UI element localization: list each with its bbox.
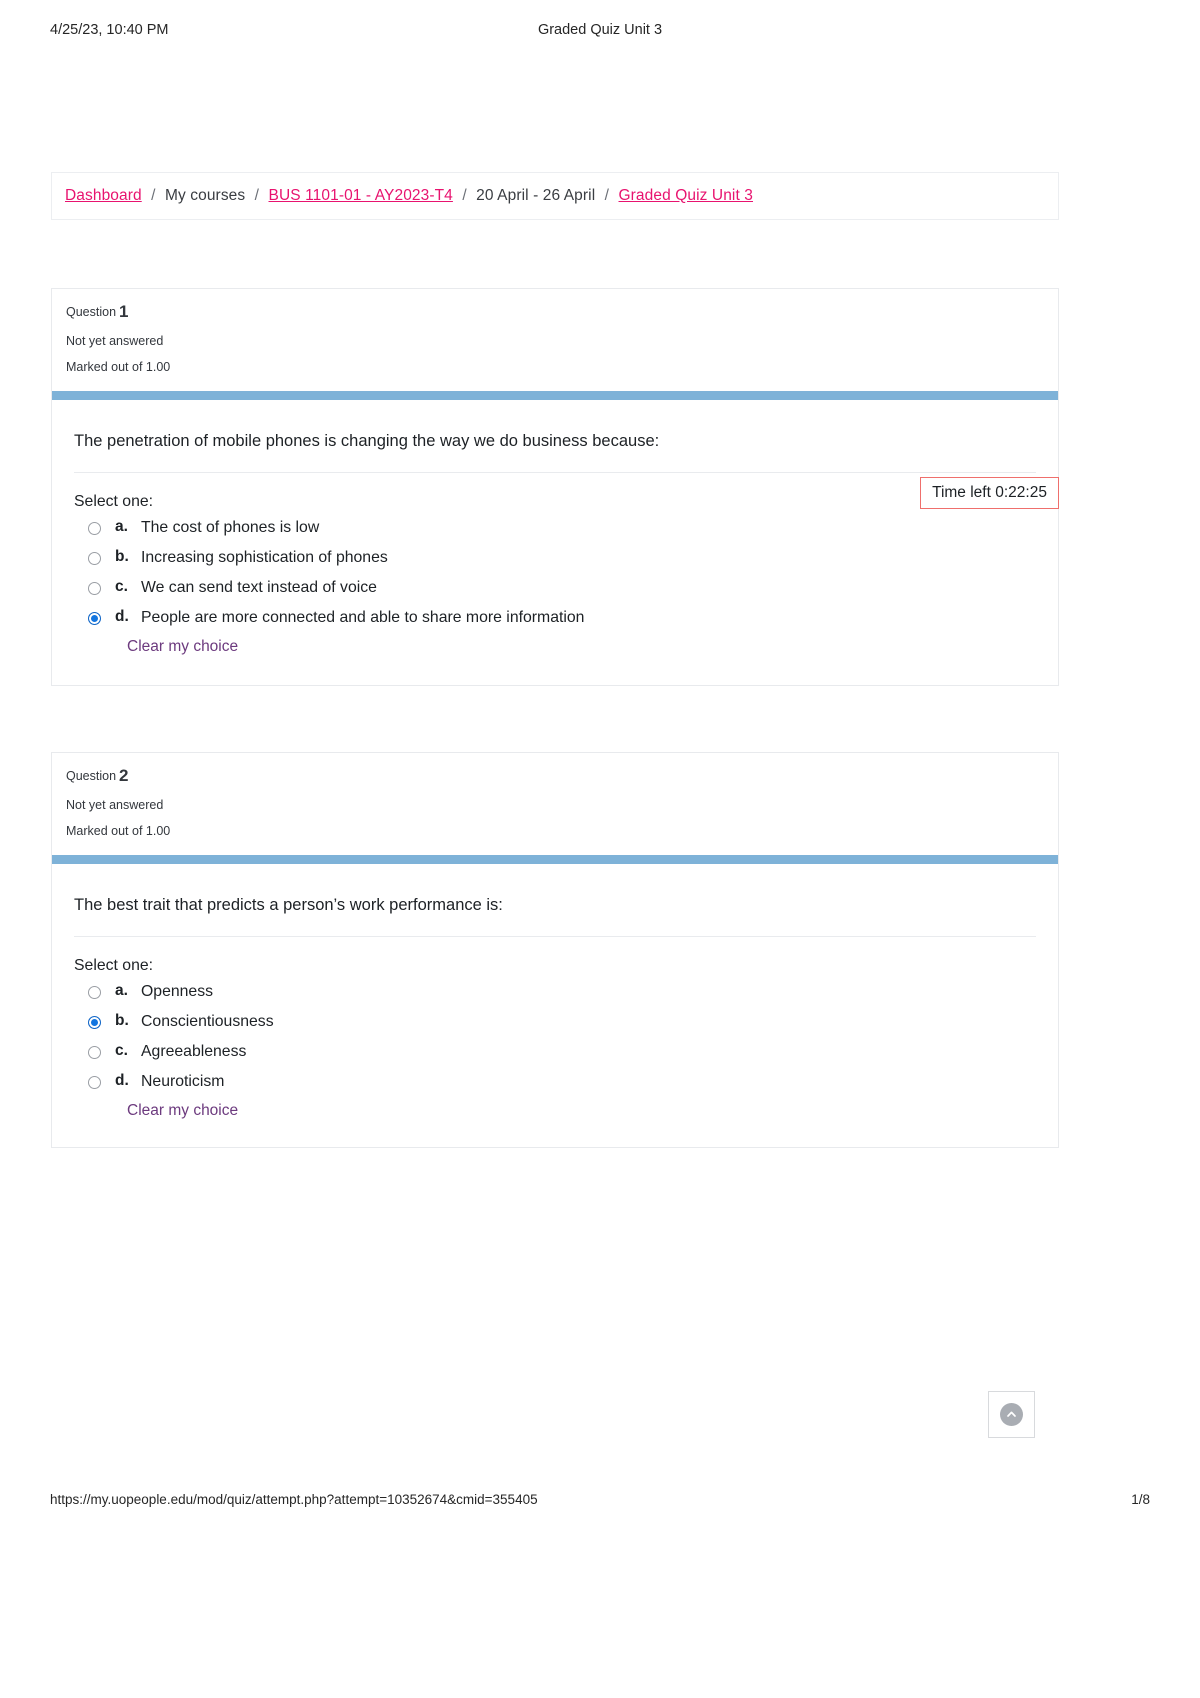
answer-letter: a.: [115, 518, 128, 536]
radio-icon[interactable]: [88, 522, 101, 536]
answer-option-selected[interactable]: d. People are more connected and able to…: [74, 608, 1036, 630]
divider: [74, 472, 1036, 474]
clear-my-choice-link[interactable]: Clear my choice: [127, 1102, 1036, 1120]
breadcrumb-item-quiz[interactable]: Graded Quiz Unit 3: [619, 187, 753, 204]
breadcrumb-item-dashboard[interactable]: Dashboard: [65, 187, 142, 204]
breadcrumb-separator: /: [462, 187, 467, 204]
radio-icon[interactable]: [88, 986, 101, 1000]
question-grade: Marked out of 1.00: [66, 824, 171, 839]
question-stem: The best trait that predicts a person’s …: [74, 896, 503, 915]
question-info-2: Question 2 Not yet answered Marked out of…: [52, 753, 1058, 839]
question-number-row: Question 2: [66, 766, 1058, 786]
radio-icon[interactable]: [88, 1076, 101, 1090]
answer-option[interactable]: c. Agreeableness: [74, 1042, 1036, 1064]
chevron-up-circle-icon: [1000, 1403, 1023, 1426]
divider: [74, 936, 1036, 938]
question-number-value: 2: [119, 766, 129, 785]
breadcrumb: Dashboard / My courses / BUS 1101-01 - A…: [65, 187, 753, 205]
select-one-prompt: Select one:: [74, 957, 154, 975]
answer-letter: a.: [115, 982, 128, 1000]
answer-option[interactable]: b. Increasing sophistication of phones: [74, 548, 1036, 570]
radio-icon[interactable]: [88, 552, 101, 566]
answer-option-selected[interactable]: b. Conscientiousness: [74, 1012, 1036, 1034]
breadcrumb-item-week: 20 April - 26 April: [476, 187, 596, 204]
radio-icon-checked[interactable]: [88, 1016, 101, 1030]
answer-option[interactable]: c. We can send text instead of voice: [74, 578, 1036, 600]
answer-list-2: a. Openness b. Conscientiousness c. Agre…: [74, 982, 1036, 1094]
question-number-row: Question 1: [66, 302, 1058, 322]
answer-letter: d.: [115, 1072, 129, 1090]
question-state: Not yet answered: [66, 333, 164, 348]
breadcrumb-separator: /: [151, 187, 156, 204]
answer-text: People are more connected and able to sh…: [141, 609, 585, 627]
time-left-badge: Time left 0:22:25: [920, 477, 1059, 509]
question-state: Not yet answered: [66, 797, 164, 812]
answer-letter: c.: [115, 1042, 128, 1060]
radio-icon-checked[interactable]: [88, 612, 101, 626]
answer-text: The cost of phones is low: [141, 519, 320, 537]
radio-icon[interactable]: [88, 1046, 101, 1060]
answer-text: Increasing sophistication of phones: [141, 549, 388, 567]
answer-letter: d.: [115, 608, 129, 626]
question-grade: Marked out of 1.00: [66, 360, 171, 375]
answer-text: Agreeableness: [141, 1043, 247, 1061]
radio-icon[interactable]: [88, 582, 101, 596]
breadcrumb-item-my-courses: My courses: [165, 187, 246, 204]
question-accent-bar: [52, 855, 1058, 865]
question-card-1: Question 1 Not yet answered Marked out of…: [51, 288, 1059, 686]
print-footer-url: https://my.uopeople.edu/mod/quiz/attempt…: [50, 1492, 538, 1507]
time-left-text: Time left 0:22:25: [932, 484, 1047, 501]
question-accent-bar: [52, 391, 1058, 401]
breadcrumb-bar: Dashboard / My courses / BUS 1101-01 - A…: [51, 172, 1059, 220]
answer-option[interactable]: d. Neuroticism: [74, 1072, 1036, 1094]
answer-option[interactable]: a. Openness: [74, 982, 1036, 1004]
answer-letter: b.: [115, 1012, 129, 1030]
breadcrumb-item-course[interactable]: BUS 1101-01 - AY2023-T4: [269, 187, 453, 204]
answer-letter: c.: [115, 578, 128, 596]
question-stem: The penetration of mobile phones is chan…: [74, 432, 660, 451]
answer-text: We can send text instead of voice: [141, 579, 377, 597]
question-number-label: Question: [66, 769, 117, 783]
question-number-value: 1: [119, 302, 129, 321]
print-footer-page: 1/8: [1131, 1492, 1150, 1507]
print-header: 4/25/23, 10:40 PM Graded Quiz Unit 3: [50, 22, 1150, 44]
print-header-title: Graded Quiz Unit 3: [537, 22, 663, 38]
answer-list-1: a. The cost of phones is low b. Increasi…: [74, 518, 1036, 630]
question-number-label: Question: [66, 305, 117, 319]
clear-my-choice-link[interactable]: Clear my choice: [127, 638, 1036, 656]
breadcrumb-separator: /: [254, 187, 260, 204]
question-body-2: The best trait that predicts a person’s …: [52, 864, 1058, 1120]
question-info-1: Question 1 Not yet answered Marked out of…: [52, 289, 1058, 375]
breadcrumb-separator: /: [604, 187, 610, 204]
question-card-2: Question 2 Not yet answered Marked out of…: [51, 752, 1059, 1148]
answer-text: Openness: [141, 983, 214, 1001]
answer-text: Neuroticism: [141, 1073, 225, 1091]
select-one-prompt: Select one:: [74, 493, 154, 511]
back-to-top-button[interactable]: [988, 1391, 1035, 1438]
answer-text: Conscientiousness: [141, 1013, 274, 1031]
question-body-1: The penetration of mobile phones is chan…: [52, 400, 1058, 656]
answer-option[interactable]: a. The cost of phones is low: [74, 518, 1036, 540]
answer-letter: b.: [115, 548, 129, 566]
